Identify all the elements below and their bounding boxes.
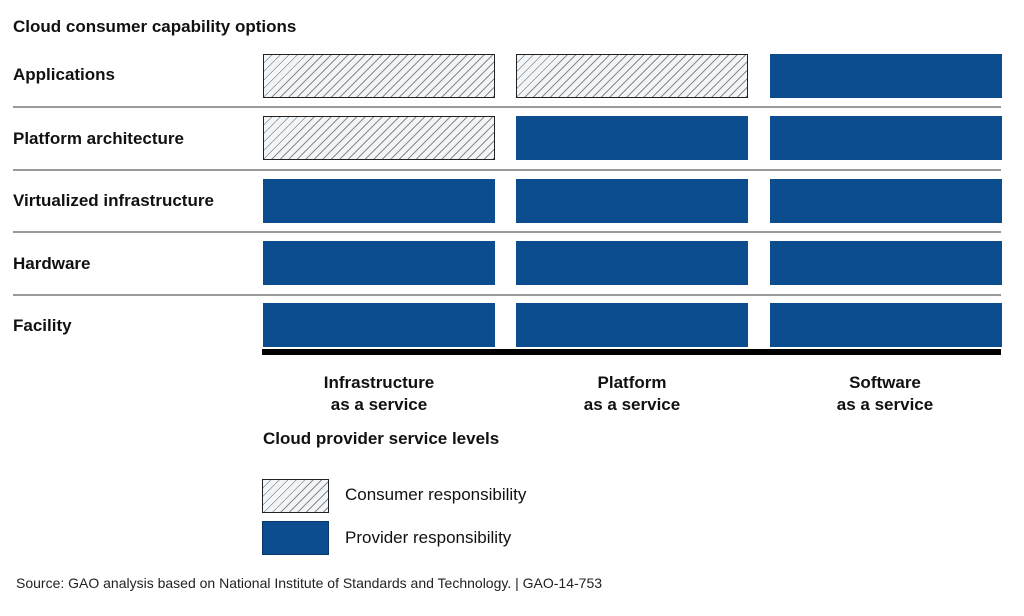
cell-provider-saas [770,116,1002,160]
legend-swatch-provider [262,521,329,555]
column-label-line: as a service [583,395,681,414]
row-separator [13,169,1001,171]
cell-provider-saas [770,241,1002,285]
cell-provider-paas [516,116,748,160]
axis-title: Cloud provider service levels [263,429,500,448]
column-label-line: Infrastructure [323,373,435,392]
row-label-facility: Facility [13,316,72,335]
column-label-line: Software [849,373,921,392]
column-label-paas: Platform as a service [512,372,752,416]
cell-provider-paas [516,241,748,285]
row-label-virtualized-infrastructure: Virtualized infrastructure [13,191,214,210]
legend-label-consumer: Consumer responsibility [345,485,527,504]
row-separator [13,294,1001,296]
cell-provider-iaas [263,241,495,285]
column-label-line: as a service [836,395,934,414]
cell-consumer-iaas [263,116,495,160]
diagram-title: Cloud consumer capability options [13,17,297,36]
legend-swatch-consumer [262,479,329,513]
row-label-applications: Applications [13,65,116,84]
row-separator [13,106,1001,108]
source-footer: Source: GAO analysis based on National I… [16,575,603,591]
cell-provider-paas [516,303,748,347]
column-label-iaas: Infrastructure as a service [259,372,499,416]
cell-provider-saas [770,179,1002,223]
cell-consumer-iaas [263,54,495,98]
cell-provider-paas [516,179,748,223]
legend-label-provider: Provider responsibility [345,528,512,547]
column-label-line: as a service [330,395,428,414]
column-label-saas: Software as a service [765,372,1005,416]
cell-consumer-paas [516,54,748,98]
cell-provider-iaas [263,179,495,223]
baseline-axis [262,349,1001,355]
row-separator [13,231,1001,233]
column-label-line: Platform [597,373,667,392]
cell-provider-iaas [263,303,495,347]
row-label-platform-architecture: Platform architecture [13,129,184,148]
cell-provider-saas [770,54,1002,98]
cell-provider-saas [770,303,1002,347]
row-label-hardware: Hardware [13,254,91,273]
